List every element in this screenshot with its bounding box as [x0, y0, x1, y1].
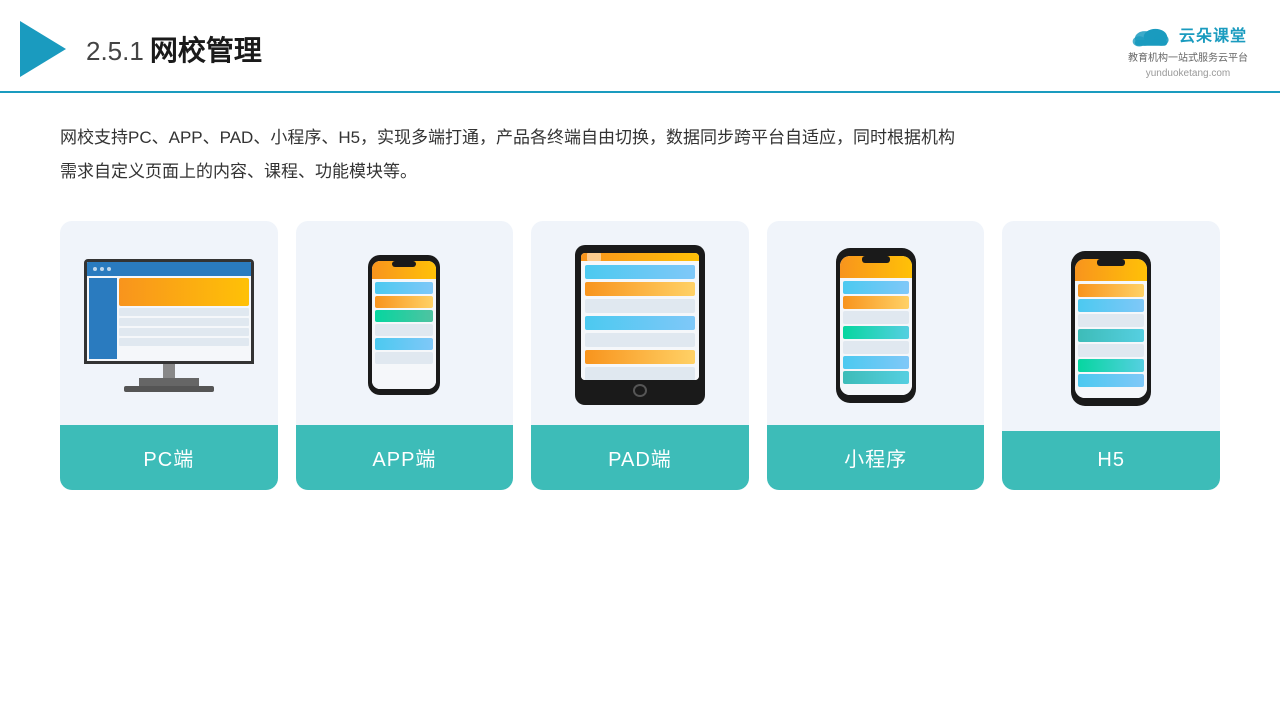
card-app-label: APP端: [296, 425, 514, 490]
pad-tablet-icon: [575, 245, 705, 405]
page-title: 2.5.1 网校管理: [86, 29, 262, 69]
pc-monitor-icon: [84, 259, 254, 392]
card-h5-image: [1002, 221, 1220, 431]
cards-container: PC端: [60, 221, 1220, 490]
title-text: 网校管理: [150, 29, 262, 69]
title-number: 2.5.1: [86, 36, 144, 67]
miniprogram-phone-icon: [836, 248, 916, 403]
card-app: APP端: [296, 221, 514, 490]
card-h5-label: H5: [1002, 431, 1220, 490]
brand-name: 云朵课堂: [1179, 22, 1247, 46]
description-text: 网校支持PC、APP、PAD、小程序、H5，实现多端打通，产品各终端自由切换，数…: [60, 121, 1220, 189]
card-app-image: [296, 221, 514, 425]
header: 2.5.1 网校管理 云朵课堂 教育机构一站式服务云平台 yunduoketan…: [0, 0, 1280, 93]
card-pad-label: PAD端: [531, 425, 749, 490]
brand-logo: 云朵课堂: [1129, 18, 1247, 50]
card-miniprogram-image: [767, 221, 985, 425]
card-h5: H5: [1002, 221, 1220, 490]
logo-triangle-icon: [20, 21, 66, 77]
card-pc-image: [60, 221, 278, 425]
main-content: 网校支持PC、APP、PAD、小程序、H5，实现多端打通，产品各终端自由切换，数…: [0, 93, 1280, 510]
card-pc: PC端: [60, 221, 278, 490]
card-miniprogram-label: 小程序: [767, 425, 985, 490]
brand-tagline: 教育机构一站式服务云平台: [1128, 52, 1248, 66]
card-pad: PAD端: [531, 221, 749, 490]
header-left: 2.5.1 网校管理: [20, 21, 262, 77]
brand-url: yunduoketang.com: [1146, 68, 1231, 79]
h5-phone-icon: [1071, 251, 1151, 406]
brand-area: 云朵课堂 教育机构一站式服务云平台 yunduoketang.com: [1128, 18, 1248, 79]
card-pc-label: PC端: [60, 425, 278, 490]
app-phone-icon: [368, 255, 440, 395]
cloud-logo-icon: [1129, 18, 1173, 50]
card-miniprogram: 小程序: [767, 221, 985, 490]
card-pad-image: [531, 221, 749, 425]
